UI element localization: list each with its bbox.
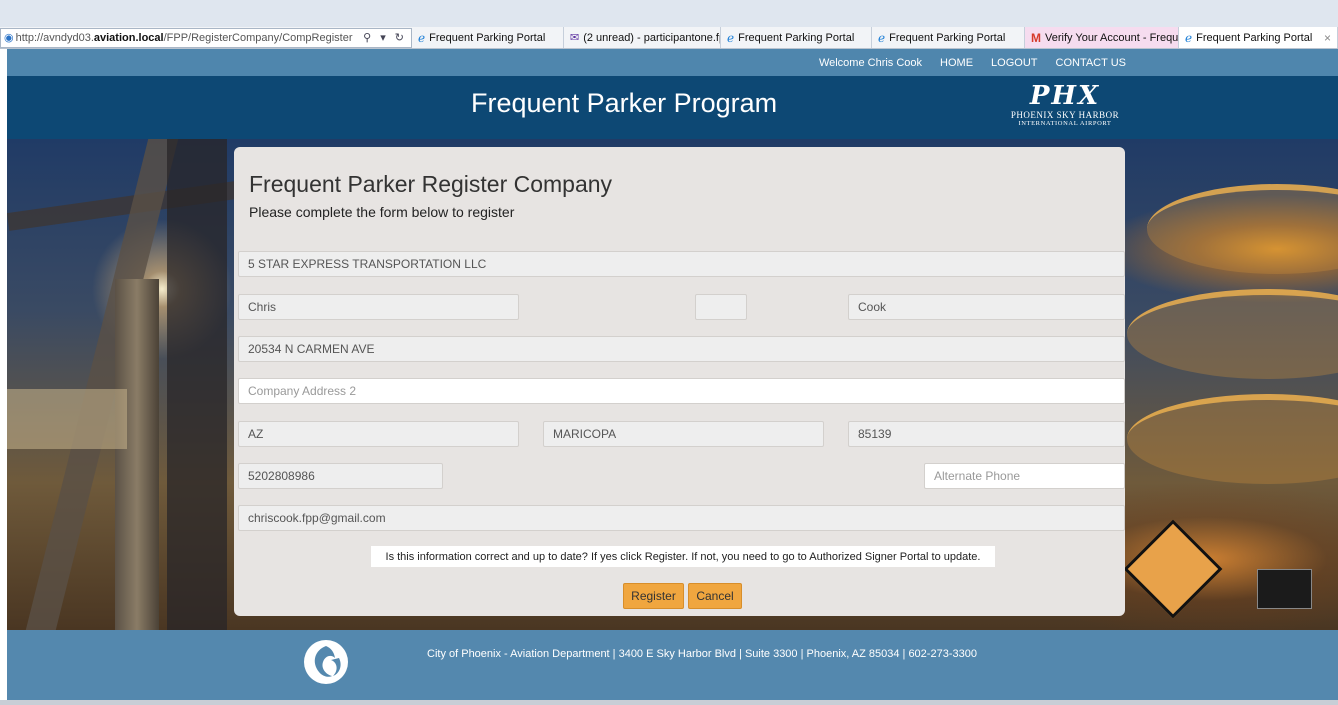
browser-tab[interactable]: ℯ Frequent Parking Portal (412, 27, 564, 48)
confirmation-notice: Is this information correct and up to da… (371, 546, 995, 567)
ie-icon: ℯ (727, 30, 735, 45)
city-field[interactable] (543, 421, 824, 447)
building-lights (7, 389, 127, 449)
ie-icon: ℯ (878, 30, 886, 45)
window-bottom-strip (0, 700, 1338, 705)
last-name-field[interactable] (848, 294, 1125, 320)
register-button[interactable]: Register (623, 583, 684, 609)
url-text: http://avndyd03.aviation.local/FPP/Regis… (15, 31, 353, 44)
alternate-phone-field[interactable] (924, 463, 1125, 489)
phx-logo[interactable]: PHX PHOENIX SKY HARBOR INTERNATIONAL AIR… (1007, 83, 1123, 127)
phone-field[interactable] (238, 463, 443, 489)
email-field[interactable] (238, 505, 1125, 531)
cancel-button[interactable]: Cancel (688, 583, 742, 609)
footer-address: City of Phoenix - Aviation Department | … (427, 648, 977, 660)
phoenix-bird-icon (304, 640, 348, 684)
address2-field[interactable] (238, 378, 1125, 404)
form-title: Frequent Parker Register Company (249, 171, 613, 197)
road-sign (1123, 519, 1223, 619)
middle-initial-field[interactable] (695, 294, 747, 320)
register-form-card: Frequent Parker Register Company Please … (234, 147, 1125, 616)
gmail-icon: M (1031, 30, 1041, 45)
browser-tab[interactable]: ℯ Frequent Parking Portal (872, 27, 1025, 48)
top-nav: Welcome Chris Cook HOME LOGOUT CONTACT U… (7, 49, 1338, 76)
site-title: Frequent Parker Program (471, 88, 778, 118)
concrete-pillar (115, 279, 159, 630)
zip-field[interactable] (848, 421, 1125, 447)
ie-icon: ℯ (418, 30, 426, 45)
form-subtitle: Please complete the form below to regist… (249, 204, 515, 220)
welcome-text: Welcome Chris Cook (818, 56, 923, 69)
road-sign (1257, 569, 1312, 609)
window-top-strip (0, 0, 1338, 27)
search-refresh-icon[interactable]: ⚲ ▾ ↻ (363, 31, 407, 44)
nav-logout-link[interactable]: LOGOUT (991, 57, 1037, 69)
mail-icon: ✉ (570, 32, 580, 44)
browser-tab[interactable]: ✉ (2 unread) - participantone.fp... (564, 27, 721, 48)
page-icon: ◉ (4, 32, 14, 44)
browser-tab[interactable]: ℯ Frequent Parking Portal (721, 27, 872, 48)
site-footer: City of Phoenix - Aviation Department | … (7, 630, 1338, 700)
browser-tab-active[interactable]: ℯ Frequent Parking Portal × (1179, 27, 1338, 48)
parking-deck (1147, 184, 1338, 274)
site-header: Frequent Parker Program PHX PHOENIX SKY … (7, 76, 1338, 139)
first-name-field[interactable] (238, 294, 519, 320)
browser-toolbar: ◉ http://avndyd03.aviation.local/FPP/Reg… (0, 27, 1338, 49)
parking-deck (1127, 394, 1338, 484)
nav-contact-link[interactable]: CONTACT US (1056, 57, 1127, 69)
nav-home-link[interactable]: HOME (940, 57, 973, 69)
browser-tab[interactable]: M Verify Your Account - Freque... (1025, 27, 1179, 48)
company-name-field[interactable] (238, 251, 1125, 277)
parking-deck (1127, 289, 1338, 379)
address-bar[interactable]: ◉ http://avndyd03.aviation.local/FPP/Reg… (0, 27, 412, 48)
close-tab-icon[interactable]: × (1314, 31, 1331, 45)
ie-icon: ℯ (1185, 30, 1193, 45)
address1-field[interactable] (238, 336, 1125, 362)
bridge-beam (167, 139, 227, 630)
state-field[interactable] (238, 421, 519, 447)
